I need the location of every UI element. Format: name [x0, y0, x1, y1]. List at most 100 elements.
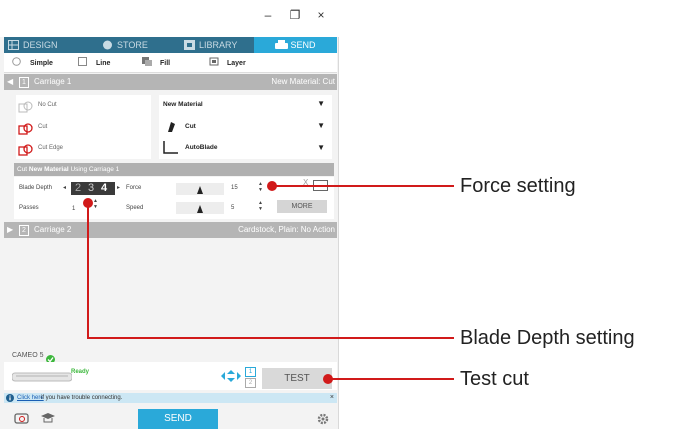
info-icon — [6, 394, 14, 406]
passes-value: 1 — [72, 206, 76, 212]
tab-design[interactable]: DESIGN — [8, 37, 88, 53]
carriage-2-toggle[interactable]: 2 — [245, 378, 256, 388]
mode-line-label: Line — [96, 60, 111, 67]
top-nav: DESIGN STORE LIBRARY SEND — [4, 37, 337, 53]
more-button[interactable]: MORE — [277, 200, 327, 213]
blade-depth-value-4: 4 — [100, 182, 108, 194]
blade-depth-value-3: 3 — [87, 182, 95, 194]
machine-settings-icon[interactable] — [14, 411, 30, 430]
chevron-down-icon: ▼ — [317, 121, 325, 130]
mode-bar: Simple Line Fill Layer — [4, 53, 337, 73]
blade-depth-decrease[interactable]: ◂ — [63, 184, 66, 191]
cut-header-suffix: Using Carriage 1 — [68, 166, 120, 173]
connection-notice: Click here if you have trouble connectin… — [4, 393, 337, 403]
library-icon — [184, 39, 195, 50]
collapse-icon[interactable]: ◀ — [7, 74, 13, 90]
minimize-button[interactable]: – — [256, 6, 280, 24]
passes-label: Passes — [19, 205, 39, 211]
carriage-2-label: Carriage 2 — [34, 225, 72, 234]
no-cut-icon — [18, 100, 34, 118]
device-status: Ready — [71, 369, 90, 375]
speed-value: 5 — [231, 205, 235, 211]
cut-options-panel — [16, 95, 151, 159]
slider-handle-icon — [197, 186, 203, 194]
close-button[interactable]: × — [309, 6, 333, 24]
cut-header: Cut New Material Using Carriage 1 — [14, 163, 334, 176]
tab-store[interactable]: STORE — [102, 37, 172, 53]
mode-line[interactable]: Line — [78, 57, 110, 69]
grid-icon — [8, 39, 19, 50]
cut-icon — [18, 122, 34, 140]
mode-simple-label: Simple — [30, 60, 53, 67]
move-arrows-icon[interactable] — [220, 369, 242, 388]
tab-library[interactable]: LIBRARY — [184, 37, 254, 53]
tool-select[interactable]: AutoBlade ▼ — [163, 140, 328, 156]
carriage-2-number: 2 — [19, 225, 29, 236]
carriage-1-number: 1 — [19, 77, 29, 88]
speed-label: Speed — [126, 205, 144, 211]
blade-depth-value-2: 2 — [74, 182, 82, 194]
force-callout-line — [272, 185, 454, 187]
blade-callout-line-vertical — [87, 203, 89, 338]
mode-layer-label: Layer — [227, 60, 246, 67]
material-select[interactable]: New Material ▼ — [163, 98, 328, 112]
blade-depth-increase[interactable]: ▸ — [117, 184, 120, 191]
carriage-1-toggle[interactable]: 1 — [245, 367, 256, 377]
blade-callout-line-horizontal — [87, 337, 454, 339]
device-name: CAMEO 5 — [12, 352, 44, 359]
speed-stepper[interactable]: ▲ ▼ — [258, 200, 263, 212]
test-callout-text: Test cut — [460, 368, 529, 390]
force-value: 15 — [231, 185, 238, 191]
mode-fill-label: Fill — [160, 60, 171, 67]
carriage-1-bar[interactable]: ◀ 1 Carriage 1 New Material: Cut — [4, 74, 337, 90]
notice-close-button[interactable]: × — [330, 393, 334, 403]
force-label: Force — [126, 185, 142, 191]
mode-fill[interactable]: Fill — [142, 57, 170, 69]
chevron-down-icon: ▼ — [317, 99, 325, 108]
no-cut-label: No Cut — [38, 102, 57, 108]
fill-icon — [142, 57, 152, 66]
material-value: New Material — [163, 101, 203, 108]
store-icon — [102, 39, 113, 50]
action-value: Cut — [185, 123, 196, 130]
cutter-icon — [275, 39, 289, 49]
cut-edge-icon — [18, 143, 34, 161]
notice-text: if you have trouble connecting. — [41, 395, 123, 401]
click-here-link[interactable]: Click here — [17, 393, 44, 403]
test-callout-line — [328, 378, 454, 380]
expand-icon[interactable]: ▶ — [7, 222, 13, 238]
cut-header-prefix: Cut — [17, 166, 29, 173]
tab-library-label: LIBRARY — [199, 40, 238, 50]
maximize-button[interactable]: ❐ — [283, 6, 307, 24]
slider-handle-icon — [197, 205, 203, 213]
mode-layer[interactable]: Layer — [209, 57, 246, 69]
force-slider[interactable] — [176, 183, 224, 195]
blade-depth-label: Blade Depth — [19, 185, 53, 191]
tab-send[interactable]: SEND — [254, 37, 337, 53]
carriage-1-material: New Material: Cut — [271, 77, 335, 86]
force-stepper[interactable]: ▲ ▼ — [258, 181, 263, 193]
radio-icon — [12, 57, 22, 66]
carriage-2-bar[interactable]: ▶ 2 Carriage 2 Cardstock, Plain: No Acti… — [4, 222, 337, 238]
blade-holder-icon — [163, 140, 179, 161]
blade-depth-selector[interactable]: 2 3 4 — [71, 182, 115, 195]
mode-simple[interactable]: Simple — [12, 57, 53, 69]
blade-callout-text: Blade Depth setting — [460, 327, 635, 349]
tab-store-label: STORE — [117, 40, 148, 50]
passes-stepper[interactable]: ▲ ▼ — [93, 198, 98, 210]
tab-design-label: DESIGN — [23, 40, 58, 50]
carriage-1-label: Carriage 1 — [34, 77, 72, 86]
action-select[interactable]: Cut ▼ — [163, 120, 328, 134]
cut-edge-label: Cut Edge — [38, 145, 64, 151]
speed-slider[interactable] — [176, 202, 224, 214]
cut-label: Cut — [38, 124, 48, 130]
line-icon — [78, 57, 88, 66]
test-button[interactable]: TEST — [262, 368, 332, 389]
send-button[interactable]: SEND — [138, 409, 218, 429]
cutter-machine-icon — [11, 370, 73, 389]
cut-action-icon — [165, 120, 177, 138]
layer-icon — [209, 57, 219, 66]
tutorial-icon[interactable] — [40, 411, 56, 430]
tool-value: AutoBlade — [185, 144, 218, 151]
gear-icon[interactable] — [317, 412, 329, 430]
